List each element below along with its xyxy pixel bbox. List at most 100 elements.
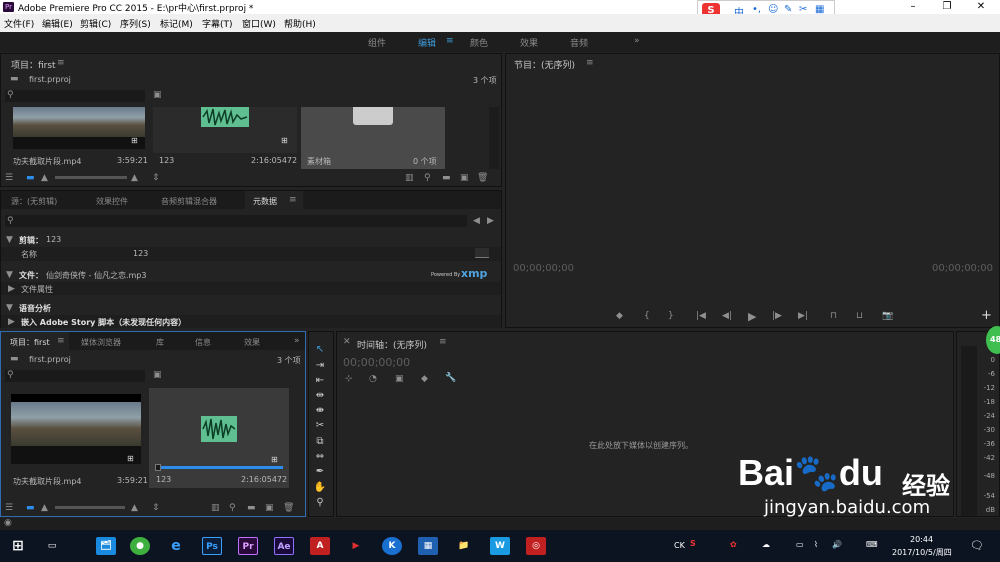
new-bin-button-icon[interactable]: ▬ bbox=[442, 173, 451, 183]
track-select-tool-icon[interactable]: ⇥ bbox=[313, 360, 327, 372]
collapse-file-icon[interactable]: ▼ bbox=[6, 270, 13, 280]
workspace-effects[interactable]: 效果 bbox=[520, 36, 538, 49]
bottom-zoom-in-icon[interactable]: ▲ bbox=[131, 503, 138, 513]
creative-cloud-icon[interactable]: ◎ bbox=[526, 537, 546, 555]
menu-window[interactable]: 窗口(W) bbox=[242, 17, 276, 30]
media-player-icon[interactable]: ▶ bbox=[346, 537, 366, 555]
tab-menu-icon[interactable]: ≡ bbox=[289, 195, 297, 205]
linked-selection-icon[interactable]: ◔ bbox=[369, 374, 377, 384]
panel-menu-icon[interactable]: ≡ bbox=[57, 58, 65, 68]
workspace-editing[interactable]: 编辑 bbox=[418, 36, 436, 49]
automate-icon[interactable]: ▥ bbox=[405, 173, 414, 183]
project-tab-menu-icon[interactable]: ≡ bbox=[57, 336, 65, 346]
step-forward-icon[interactable]: |▶ bbox=[772, 311, 782, 321]
find-icon[interactable]: ⚲ bbox=[424, 173, 431, 183]
extract-icon[interactable]: ⊔ bbox=[856, 311, 863, 321]
zoom-tool-icon[interactable]: ⚲ bbox=[313, 497, 327, 509]
thumbnail-size-slider[interactable] bbox=[55, 176, 127, 179]
tray-antivirus-icon[interactable]: ✿ bbox=[730, 540, 737, 549]
icon-view-icon[interactable]: ▬ bbox=[26, 173, 35, 183]
clip-thumbnail-video[interactable] bbox=[13, 107, 145, 137]
search-input[interactable] bbox=[5, 90, 145, 102]
acrobat-icon[interactable]: A bbox=[310, 537, 330, 555]
workspace-menu-icon[interactable]: ≡ bbox=[446, 36, 454, 46]
kugou-icon[interactable]: K bbox=[382, 537, 402, 555]
ripple-edit-tool-icon[interactable]: ⇤ bbox=[313, 375, 327, 387]
bottom-size-slider[interactable] bbox=[55, 506, 125, 509]
go-to-in-icon[interactable]: |◀ bbox=[696, 311, 706, 321]
tab-project[interactable]: 项目：first bbox=[10, 337, 50, 348]
zoom-out-icon[interactable]: ▲ bbox=[41, 173, 48, 183]
menu-title[interactable]: 字幕(T) bbox=[202, 17, 233, 30]
timeline-close-icon[interactable]: ✕ bbox=[343, 337, 351, 347]
file-manager-icon[interactable]: 🗂 bbox=[96, 537, 116, 555]
bottom-list-view-icon[interactable]: ☰ bbox=[5, 503, 13, 513]
delete-icon[interactable]: 🗑 bbox=[477, 173, 488, 183]
bottom-delete-icon[interactable]: 🗑 bbox=[283, 503, 294, 513]
name-value[interactable]: 123 bbox=[133, 249, 148, 258]
expand-story-icon[interactable]: ▶ bbox=[8, 317, 15, 327]
menu-file[interactable]: 文件(F) bbox=[4, 17, 34, 30]
mark-out-icon[interactable]: } bbox=[668, 311, 674, 321]
workspace-more-icon[interactable]: » bbox=[634, 36, 640, 46]
timeline-menu-icon[interactable]: ≡ bbox=[439, 337, 447, 347]
snap-icon[interactable]: ⊹ bbox=[345, 374, 353, 384]
new-bin-icon[interactable]: ▣ bbox=[153, 90, 162, 100]
workspace-color[interactable]: 颜色 bbox=[470, 36, 488, 49]
menu-help[interactable]: 帮助(H) bbox=[284, 17, 316, 30]
notification-icon[interactable]: 🗨 bbox=[970, 539, 984, 552]
new-item-icon[interactable]: ▣ bbox=[460, 173, 469, 183]
add-button-icon[interactable]: + bbox=[981, 308, 992, 323]
audio-playhead[interactable] bbox=[155, 464, 161, 471]
slip-tool-icon[interactable]: ⧉ bbox=[313, 436, 327, 448]
selection-tool-icon[interactable]: ↖ bbox=[313, 344, 327, 356]
program-menu-icon[interactable]: ≡ bbox=[586, 58, 594, 68]
pen-tool-icon[interactable]: ✒ bbox=[313, 466, 327, 478]
tray-lang[interactable]: CK bbox=[674, 541, 685, 550]
next-icon[interactable]: ▶ bbox=[487, 216, 494, 226]
tab-media-browser[interactable]: 媒体浏览器 bbox=[81, 337, 121, 348]
tray-cloud-icon[interactable]: ☁ bbox=[762, 540, 770, 549]
bottom-thumb-scrub[interactable] bbox=[11, 446, 141, 464]
name-field-button[interactable] bbox=[475, 248, 489, 258]
app-grid-icon[interactable]: ▦ bbox=[418, 537, 438, 555]
ie-icon[interactable]: e bbox=[166, 537, 186, 555]
go-to-out-icon[interactable]: ▶| bbox=[798, 311, 808, 321]
prev-icon[interactable]: ◀ bbox=[473, 216, 480, 226]
wps-icon[interactable]: W bbox=[490, 537, 510, 555]
tray-date[interactable]: 2017/10/5/周四 bbox=[892, 547, 952, 558]
add-marker-icon[interactable]: ◆ bbox=[616, 311, 623, 321]
bottom-find-icon[interactable]: ⚲ bbox=[229, 503, 236, 513]
bottom-icon-view-icon[interactable]: ▬ bbox=[26, 503, 35, 513]
task-view-icon[interactable]: ▭ bbox=[42, 537, 62, 555]
step-back-icon[interactable]: ◀| bbox=[722, 311, 732, 321]
rolling-edit-tool-icon[interactable]: ⇹ bbox=[313, 390, 327, 402]
folder-taskbar-icon[interactable]: 📁 bbox=[454, 537, 474, 555]
bottom-new-item-icon[interactable]: ▣ bbox=[265, 503, 274, 513]
menu-sequence[interactable]: 序列(S) bbox=[120, 17, 151, 30]
metadata-search-input[interactable] bbox=[5, 215, 467, 227]
audio-thumbnail-box[interactable] bbox=[153, 107, 297, 153]
rate-stretch-tool-icon[interactable]: ⇼ bbox=[313, 405, 327, 417]
tab-effect-controls[interactable]: 效果控件 bbox=[96, 196, 128, 207]
add-marker-timeline-icon[interactable]: ▣ bbox=[395, 374, 404, 384]
list-view-icon[interactable]: ☰ bbox=[5, 173, 13, 183]
tab-libraries[interactable]: 库 bbox=[156, 337, 164, 348]
menu-marker[interactable]: 标记(M) bbox=[160, 17, 193, 30]
slide-tool-icon[interactable]: ⇔ bbox=[313, 451, 327, 463]
tab-info[interactable]: 信息 bbox=[195, 337, 211, 348]
collapse-speech-icon[interactable]: ▼ bbox=[6, 303, 13, 313]
close-button[interactable]: ✕ bbox=[966, 0, 996, 14]
audio-scrub-bar[interactable] bbox=[155, 466, 283, 469]
tab-metadata[interactable]: 元数据 bbox=[253, 196, 277, 207]
collapse-clip-icon[interactable]: ▼ bbox=[6, 235, 13, 245]
premiere-icon[interactable]: Pr bbox=[238, 537, 258, 555]
bottom-search-input[interactable] bbox=[5, 370, 145, 382]
start-button-icon[interactable]: ⊞ bbox=[8, 537, 28, 555]
more-tabs-icon[interactable]: » bbox=[294, 336, 300, 346]
bottom-automate-icon[interactable]: ▥ bbox=[211, 503, 220, 513]
menu-edit[interactable]: 编辑(E) bbox=[42, 17, 73, 30]
razor-tool-icon[interactable]: ✂ bbox=[313, 420, 327, 432]
bottom-clip-thumbnail[interactable] bbox=[11, 402, 141, 446]
tray-sogou-icon[interactable]: S bbox=[690, 539, 696, 548]
